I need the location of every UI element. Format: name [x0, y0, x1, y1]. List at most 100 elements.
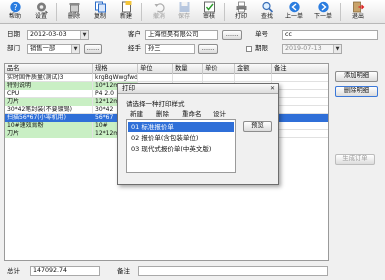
- table-cell[interactable]: [272, 106, 328, 114]
- svg-text:?: ?: [13, 3, 17, 12]
- undo-button[interactable]: 撤消: [146, 1, 172, 23]
- save-icon: [179, 2, 189, 12]
- table-cell[interactable]: 扫描56*67(小零机用): [5, 114, 93, 122]
- menu-rename[interactable]: 重命名: [182, 108, 202, 118]
- table-cell[interactable]: [235, 74, 272, 82]
- audit-button[interactable]: 审核: [196, 1, 222, 23]
- delete-button[interactable]: 删除: [61, 1, 87, 23]
- column-header[interactable]: 金额: [235, 64, 272, 74]
- column-header[interactable]: 备注: [272, 64, 328, 74]
- delete-icon: [69, 3, 79, 13]
- table-cell[interactable]: [272, 114, 328, 122]
- table-cell[interactable]: [272, 130, 328, 138]
- chevron-down-icon[interactable]: ▼: [80, 31, 88, 39]
- total-label: 总计: [7, 267, 20, 275]
- toolbar-separator: [224, 3, 225, 21]
- table-cell[interactable]: 30*42笔封装(不要镀锡): [5, 106, 93, 114]
- close-icon[interactable]: ✕: [268, 85, 277, 93]
- copy-icon: [94, 1, 106, 13]
- handler-label: 经手: [128, 44, 141, 52]
- handler-field[interactable]: 孙三: [145, 44, 195, 54]
- menu-delete[interactable]: 删除: [156, 108, 169, 118]
- due-checkbox[interactable]: [246, 46, 252, 52]
- table-row[interactable]: 实时固件质量(测试)3 krgBgWwgfwd: [5, 74, 328, 82]
- help-icon: ?: [9, 1, 21, 13]
- table-cell[interactable]: krgBgWwgfwd: [93, 74, 138, 82]
- remove-detail-button[interactable]: 删除明细: [335, 86, 378, 97]
- save-button[interactable]: 保存: [171, 1, 197, 23]
- print-style-item[interactable]: 01 标准报价单: [128, 122, 234, 132]
- dialog-title: 打印: [118, 84, 278, 94]
- table-cell[interactable]: CPU: [5, 90, 93, 98]
- customer-field[interactable]: 上海恒昊有限公司: [145, 30, 218, 40]
- arrow-left-icon: [288, 1, 300, 13]
- toolbar-separator: [340, 3, 341, 21]
- toolbar-separator: [141, 3, 142, 21]
- undo-icon: [154, 3, 165, 13]
- prev-button[interactable]: 上一单: [281, 1, 307, 23]
- preview-button[interactable]: 预览: [243, 121, 272, 132]
- search-icon: [261, 1, 273, 13]
- settings-icon: [36, 2, 48, 13]
- print-style-item[interactable]: 02 报价单(含包装单位): [128, 133, 234, 143]
- print-button[interactable]: 打印: [228, 1, 254, 23]
- order-no-label: 单号: [255, 30, 268, 38]
- chevron-down-icon[interactable]: ▼: [71, 45, 79, 53]
- next-button[interactable]: 下一单: [310, 1, 336, 23]
- dialog-prompt: 请选择一种打印样式: [126, 100, 185, 108]
- column-header[interactable]: 单价: [203, 64, 235, 74]
- copy-button[interactable]: 复制: [87, 1, 113, 23]
- toolbar: ? 帮助 设置 删除 复制 新建 撤消 保存 审核 打印 查找 上一单 下一单 …: [0, 0, 385, 24]
- note-label: 备注: [117, 267, 130, 275]
- generate-order-button[interactable]: 生成订单: [335, 154, 375, 165]
- settings-button[interactable]: 设置: [28, 1, 54, 23]
- customer-browse-button[interactable]: ……: [222, 30, 242, 40]
- help-button[interactable]: ? 帮助: [2, 1, 28, 23]
- column-header[interactable]: 规格: [93, 64, 138, 74]
- print-style-list[interactable]: 01 标准报价单 02 报价单(含包装单位) 03 现代式报价单(中英文版): [126, 119, 236, 173]
- grid-header: 品名 规格 单位 数量 单价 金额 备注: [5, 64, 328, 74]
- arrow-right-icon: [317, 1, 329, 13]
- due-date-field[interactable]: 2019-07-13 ▼: [282, 44, 342, 54]
- chevron-down-icon[interactable]: ▼: [333, 45, 341, 53]
- table-cell[interactable]: [272, 74, 328, 82]
- print-style-item[interactable]: 03 现代式报价单(中英文版): [128, 144, 234, 154]
- total-field: 147092.74: [30, 266, 100, 276]
- menu-new[interactable]: 新建: [130, 108, 143, 118]
- table-cell[interactable]: 实时固件质量(测试)3: [5, 74, 93, 82]
- new-button[interactable]: 新建: [113, 1, 139, 23]
- toolbar-separator: [56, 3, 57, 21]
- audit-icon: [203, 1, 215, 13]
- exit-button[interactable]: 退出: [345, 1, 371, 23]
- table-cell[interactable]: [272, 82, 328, 90]
- column-header[interactable]: 单位: [138, 64, 173, 74]
- table-cell[interactable]: 刀片: [5, 130, 93, 138]
- table-cell[interactable]: 刀片: [5, 98, 93, 106]
- table-cell[interactable]: 10#速效膏粉: [5, 122, 93, 130]
- customer-label: 客户: [128, 30, 141, 38]
- menu-design[interactable]: 设计: [213, 108, 226, 118]
- printer-icon: [236, 1, 246, 13]
- column-header[interactable]: 品名: [5, 64, 93, 74]
- table-cell[interactable]: [138, 74, 173, 82]
- dept-select[interactable]: 销售一部 ▼: [27, 44, 80, 54]
- exit-icon: [352, 1, 364, 13]
- handler-browse-button[interactable]: ……: [198, 44, 218, 54]
- column-header[interactable]: 数量: [173, 64, 203, 74]
- table-cell[interactable]: [173, 74, 203, 82]
- table-cell[interactable]: [203, 74, 235, 82]
- due-label: 期限: [255, 44, 268, 52]
- find-button[interactable]: 查找: [254, 1, 280, 23]
- note-field[interactable]: [138, 266, 328, 276]
- table-cell[interactable]: [272, 90, 328, 98]
- print-dialog: 打印 ✕ 请选择一种打印样式 新建 删除 重命名 设计 01 标准报价单 02 …: [117, 83, 279, 185]
- order-no-field[interactable]: cc: [282, 30, 378, 40]
- date-label: 日期: [7, 30, 20, 38]
- table-cell[interactable]: [272, 98, 328, 106]
- table-cell[interactable]: 特别说明: [5, 82, 93, 90]
- dept-label: 部门: [7, 44, 20, 52]
- add-detail-button[interactable]: 添加明细: [335, 71, 378, 82]
- dept-browse-button[interactable]: ……: [84, 44, 102, 54]
- date-field[interactable]: 2012-03-03 ▼: [27, 30, 89, 40]
- table-cell[interactable]: [272, 122, 328, 130]
